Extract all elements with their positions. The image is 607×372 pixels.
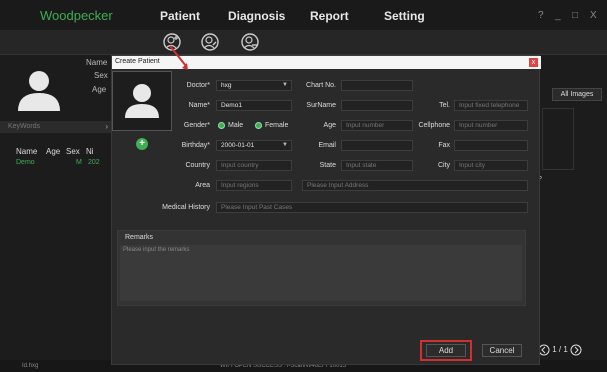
medical-history-input[interactable]: Please Input Past Cases [216, 202, 528, 213]
remarks-section: Remarks Please input the remarks [117, 230, 526, 306]
city-input[interactable]: Input city [454, 160, 528, 171]
list-header-extra: Ni [86, 147, 94, 156]
close-window-button[interactable]: X [590, 10, 597, 21]
remarks-textarea[interactable]: Please input the remarks [120, 245, 522, 301]
gender-male-label: Male [228, 122, 244, 129]
chevron-right-icon[interactable]: › [105, 121, 108, 133]
tab-report[interactable]: Report [310, 9, 349, 23]
cellphone-input[interactable]: Input number [454, 120, 528, 131]
fax-input[interactable] [454, 140, 528, 151]
delete-patient-icon[interactable] [240, 32, 260, 52]
tel-label: Tel. [439, 102, 450, 109]
cancel-button[interactable]: Cancel [482, 344, 522, 357]
tab-diagnosis[interactable]: Diagnosis [228, 9, 285, 23]
area-label: Area [195, 182, 210, 189]
maximize-button[interactable]: □ [572, 10, 578, 21]
birthday-picker[interactable]: 2000-01-01 ▼ [216, 140, 292, 151]
cellphone-label: Cellphone [418, 122, 450, 129]
city-label: City [437, 162, 450, 169]
image-thumbnail-area [542, 108, 574, 170]
age-label: Age [323, 122, 336, 129]
name-label: Name* [188, 102, 210, 109]
create-patient-dialog: Create Patient x + Doctor* hxg ▼ Chart N… [111, 55, 541, 365]
country-input[interactable]: Input country [216, 160, 292, 171]
person-placeholder-icon [125, 84, 159, 118]
surname-label: SurName [306, 102, 336, 109]
list-header-age: Age [46, 147, 61, 156]
chart-no-input[interactable] [341, 80, 413, 91]
tel-input[interactable]: Input fixed telephone [454, 100, 528, 111]
doctor-value: hxg [221, 82, 232, 89]
address-input[interactable]: Please Input Address [302, 180, 528, 191]
email-input[interactable] [341, 140, 413, 151]
patient-toolbar [0, 30, 607, 55]
surname-input[interactable] [341, 100, 413, 111]
remarks-label: Remarks [125, 234, 154, 241]
patient-list-panel: Name Sex Age KeyWords › Name Age Sex Ni … [0, 55, 112, 360]
page-indicator: 1 / 1 [552, 345, 568, 355]
add-button-highlight [420, 340, 472, 361]
image-filter-select[interactable]: All Images [552, 88, 602, 101]
help-button[interactable]: ? [538, 10, 544, 21]
list-item-name[interactable]: Demo [16, 159, 35, 166]
state-label: State [319, 162, 336, 169]
tab-patient[interactable]: Patient [160, 9, 200, 23]
email-label: Email [318, 142, 336, 149]
list-header-name: Name [16, 147, 38, 156]
list-header-sex: Sex [66, 147, 80, 156]
app-logo: Woodpecker [40, 8, 113, 23]
chevron-down-icon: ▼ [282, 142, 288, 148]
birthday-label: Birthday* [181, 142, 210, 149]
dialog-title: Create Patient [115, 58, 160, 65]
patient-photo[interactable] [112, 71, 172, 131]
annotation-arrow-icon [169, 45, 188, 70]
gender-male-radio[interactable] [218, 122, 225, 129]
country-label: Country [185, 162, 210, 169]
fax-label: Fax [438, 142, 450, 149]
next-page-icon[interactable] [570, 344, 582, 356]
top-nav-bar: Woodpecker Patient Diagnosis Report Sett… [0, 0, 607, 30]
info-label-age: Age [92, 85, 107, 94]
dialog-close-button[interactable]: x [529, 58, 538, 67]
doctor-select[interactable]: hxg ▼ [216, 80, 292, 91]
minimize-button[interactable]: _ [555, 10, 561, 21]
app-window: Woodpecker Patient Diagnosis Report Sett… [0, 0, 607, 372]
pager: 1 / 1 [538, 344, 582, 356]
name-input[interactable]: Demo1 [216, 100, 292, 111]
state-input[interactable]: Input state [341, 160, 413, 171]
birthday-value: 2000-01-01 [221, 142, 255, 149]
status-user: Id.hxg [22, 363, 39, 369]
add-photo-button[interactable]: + [136, 138, 148, 150]
keywords-placeholder: KeyWords [8, 123, 41, 130]
patient-avatar-icon [18, 71, 60, 111]
keywords-search-input[interactable]: KeyWords › [0, 121, 112, 133]
info-label-sex: Sex [94, 71, 108, 80]
age-input[interactable]: Input number [341, 120, 413, 131]
gender-female-radio[interactable] [255, 122, 262, 129]
edit-patient-icon[interactable] [200, 32, 220, 52]
doctor-label: Doctor* [186, 82, 210, 89]
tab-setting[interactable]: Setting [384, 9, 425, 23]
medical-history-label: Medical History [162, 204, 210, 211]
list-item-sex[interactable]: M [76, 159, 82, 166]
gender-female-label: Female [265, 122, 289, 129]
chevron-down-icon: ▼ [282, 82, 288, 88]
chart-no-label: Chart No. [306, 82, 336, 89]
area-input[interactable]: Input regions [216, 180, 292, 191]
info-label-name: Name [86, 58, 108, 67]
list-item-extra[interactable]: 202 [88, 159, 100, 166]
gender-label: Gender* [183, 122, 210, 129]
